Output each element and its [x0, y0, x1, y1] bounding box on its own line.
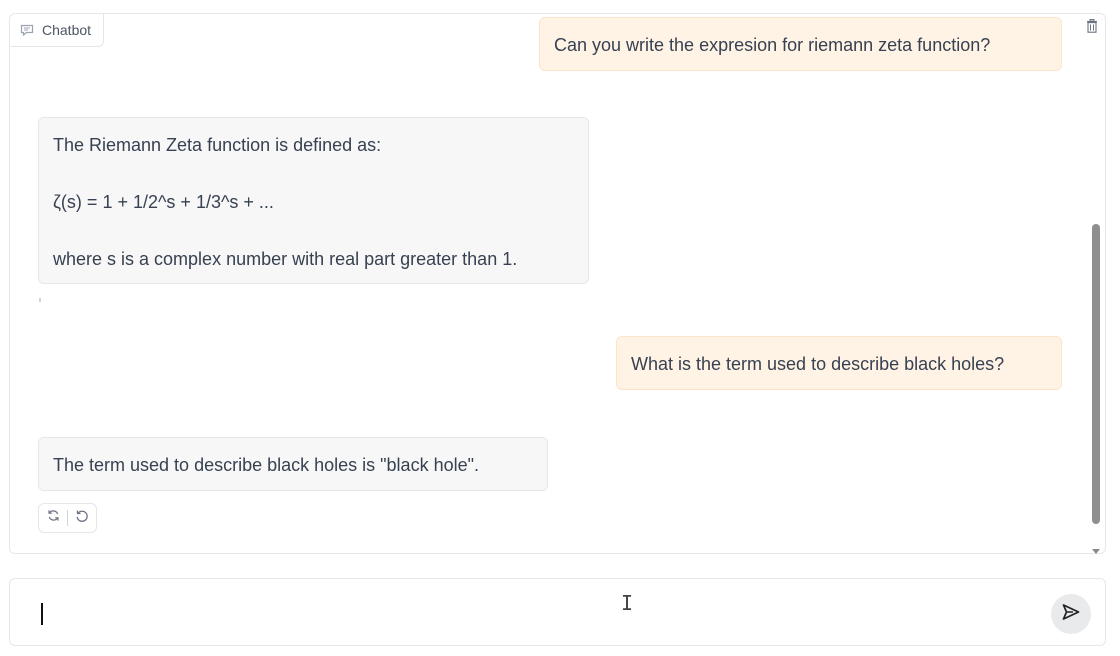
chat-bubble-icon: [20, 24, 34, 36]
user-message-text: What is the term used to describe black …: [631, 354, 1005, 374]
undo-icon: [75, 509, 89, 528]
bot-message-line: The Riemann Zeta function is defined as:: [53, 135, 382, 155]
bot-message: The term used to describe black holes is…: [38, 437, 548, 491]
text-caret: [41, 603, 43, 625]
user-message: What is the term used to describe black …: [616, 336, 1062, 390]
retry-button[interactable]: [39, 504, 67, 532]
send-button[interactable]: [1051, 594, 1091, 634]
chatbot-panel: Chatbot Can you write the expresion for …: [9, 13, 1106, 554]
retry-icon: [47, 509, 60, 527]
bot-message-text: The term used to describe black holes is…: [53, 455, 479, 475]
chatbot-label-text: Chatbot: [42, 22, 92, 38]
bot-message: The Riemann Zeta function is defined as:…: [38, 117, 589, 284]
mouse-cursor-ibeam: I: [621, 591, 634, 615]
chat-scrollbar[interactable]: [1089, 44, 1103, 554]
trash-icon: [1086, 18, 1098, 38]
bot-message-line: where s is a complex number with real pa…: [53, 249, 518, 269]
send-icon: [1061, 603, 1081, 626]
scroll-down-arrow[interactable]: [1092, 549, 1100, 554]
divider-mark: [39, 298, 41, 302]
undo-button[interactable]: [68, 504, 96, 532]
user-message-text: Can you write the expresion for riemann …: [554, 35, 991, 55]
clear-chat-button[interactable]: [1081, 17, 1103, 39]
message-actions: [38, 503, 97, 533]
bot-message-line: ζ(s) = 1 + 1/2^s + 1/3^s + ...: [53, 192, 274, 212]
message-input[interactable]: [32, 597, 1046, 635]
user-message: Can you write the expresion for riemann …: [539, 17, 1062, 71]
scrollbar-thumb[interactable]: [1092, 224, 1100, 524]
chatbot-label: Chatbot: [10, 14, 105, 47]
message-input-panel: I: [9, 578, 1106, 646]
